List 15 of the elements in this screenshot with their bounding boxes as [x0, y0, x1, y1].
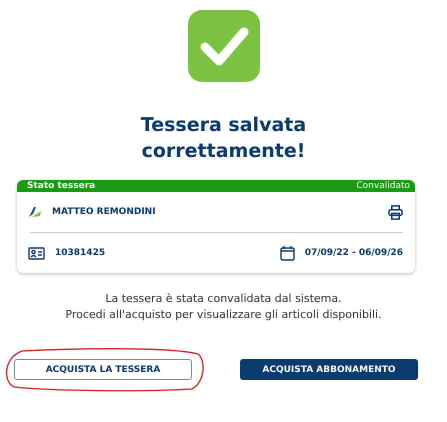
calendar-icon — [280, 245, 295, 261]
page-title: Tessera salvata correttamente! — [140, 113, 308, 164]
info-text: Procedi all'acquisto per visualizzare gli articoli disponibili. — [64, 307, 383, 323]
check-icon — [188, 10, 260, 82]
logo-icon — [28, 206, 42, 218]
info-text: La tessera è stata convalidata dal sistema. — [104, 291, 343, 307]
print-icon[interactable] — [388, 204, 403, 220]
purchase-button[interactable]: ACQUISTA ABBONAMENTO — [240, 359, 418, 380]
header-label: Stato tessera — [27, 181, 96, 191]
status-label: Convalidato — [356, 181, 410, 191]
id-card-icon — [28, 246, 45, 260]
card-number: 10381425 — [55, 248, 106, 258]
validity-dates: 07/09/22 - 06/09/26 — [304, 248, 403, 258]
holder-name: MATTEO REMONDINI — [52, 207, 156, 217]
purchase-button[interactable]: ACQUISTA LA TESSERA — [14, 359, 192, 380]
